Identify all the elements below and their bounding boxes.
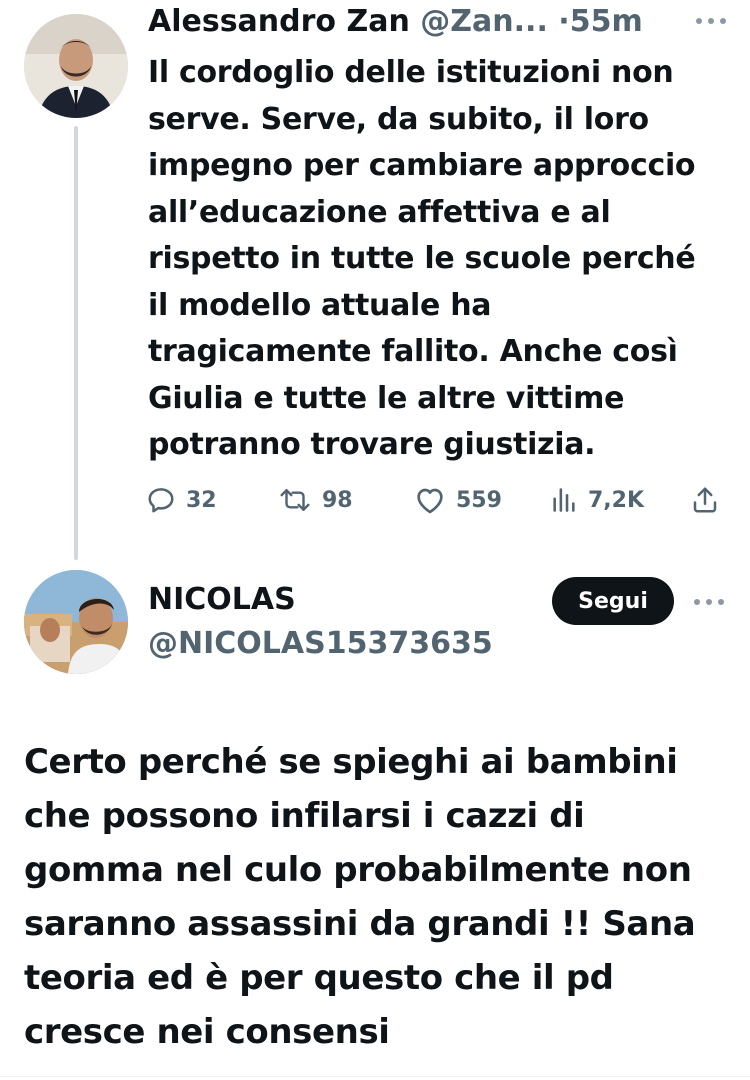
retweet-icon: [280, 489, 310, 511]
tweet2-text: Certo perché se spieghi ai bambini che p…: [24, 735, 734, 1059]
like-count: 559: [456, 487, 502, 513]
follow-button[interactable]: Segui: [552, 577, 674, 625]
tweet1-author-handle[interactable]: @Zan...: [420, 4, 548, 39]
like-button[interactable]: 559: [414, 480, 502, 520]
tweet2-line: saranno assassini da grandi !! Sana: [24, 904, 696, 944]
tweet2-author-handle[interactable]: @NICOLAS15373635: [148, 626, 493, 661]
tweet1-line: Giulia e tutte le altre vittime: [148, 380, 625, 416]
tweet1-author-name[interactable]: Alessandro Zan: [148, 4, 410, 39]
views-icon: [553, 488, 575, 512]
share-button[interactable]: [690, 480, 720, 520]
tweet1-text: Il cordoglio delle istituzioni non serve…: [148, 50, 744, 469]
reply-count: 32: [186, 487, 217, 513]
tweet1-line: tragicamente fallito. Anche così: [148, 334, 678, 369]
tweet1-action-bar: 32 98 559 7,2K: [146, 480, 726, 520]
tweet1-line: all’educazione affettiva e al: [148, 194, 611, 230]
more-icon[interactable]: [696, 16, 726, 26]
tweet1-line: il modello attuale ha: [148, 287, 492, 323]
tweet1-line: potranno trovare giustizia.: [148, 427, 596, 462]
like-icon: [417, 488, 443, 514]
tweet1-line: serve. Serve, da subito, il loro: [148, 101, 649, 137]
tweet2-author-name[interactable]: NICOLAS: [148, 582, 296, 617]
reply-button[interactable]: 32: [146, 480, 217, 520]
avatar-alessandro-zan[interactable]: [24, 14, 128, 118]
tweet1-line: Il cordoglio delle istituzioni non: [148, 55, 674, 90]
tweet2-line: che possono infilarsi i cazzi di: [24, 796, 585, 836]
tweet2-line: teoria ed è per questo che il pd: [24, 958, 614, 998]
tweet1-line: impegno per cambiare approccio: [148, 148, 696, 183]
share-icon: [693, 487, 717, 513]
retweet-button[interactable]: 98: [278, 480, 353, 520]
retweet-count: 98: [322, 487, 353, 513]
thread-connector-line: [74, 126, 78, 560]
tweet1-timestamp[interactable]: 55m: [570, 4, 643, 39]
tweet2-line: gomma nel culo probabilmente non: [24, 850, 692, 890]
tweet2-line: cresce nei consensi: [24, 1012, 390, 1052]
views-button[interactable]: 7,2K: [550, 480, 644, 520]
views-count: 7,2K: [588, 487, 645, 513]
divider: [0, 1076, 750, 1077]
tweet2-line: Certo perché se spieghi ai bambini: [24, 742, 678, 782]
avatar-nicolas[interactable]: [24, 570, 128, 674]
tweet1-line: rispetto in tutte le scuole perché: [148, 241, 696, 276]
tweet1-separator: ·: [558, 4, 570, 39]
more-icon[interactable]: [694, 597, 724, 607]
reply-icon: [148, 488, 174, 513]
tweet1-header: Alessandro Zan @Zan... ·55m: [148, 4, 643, 44]
